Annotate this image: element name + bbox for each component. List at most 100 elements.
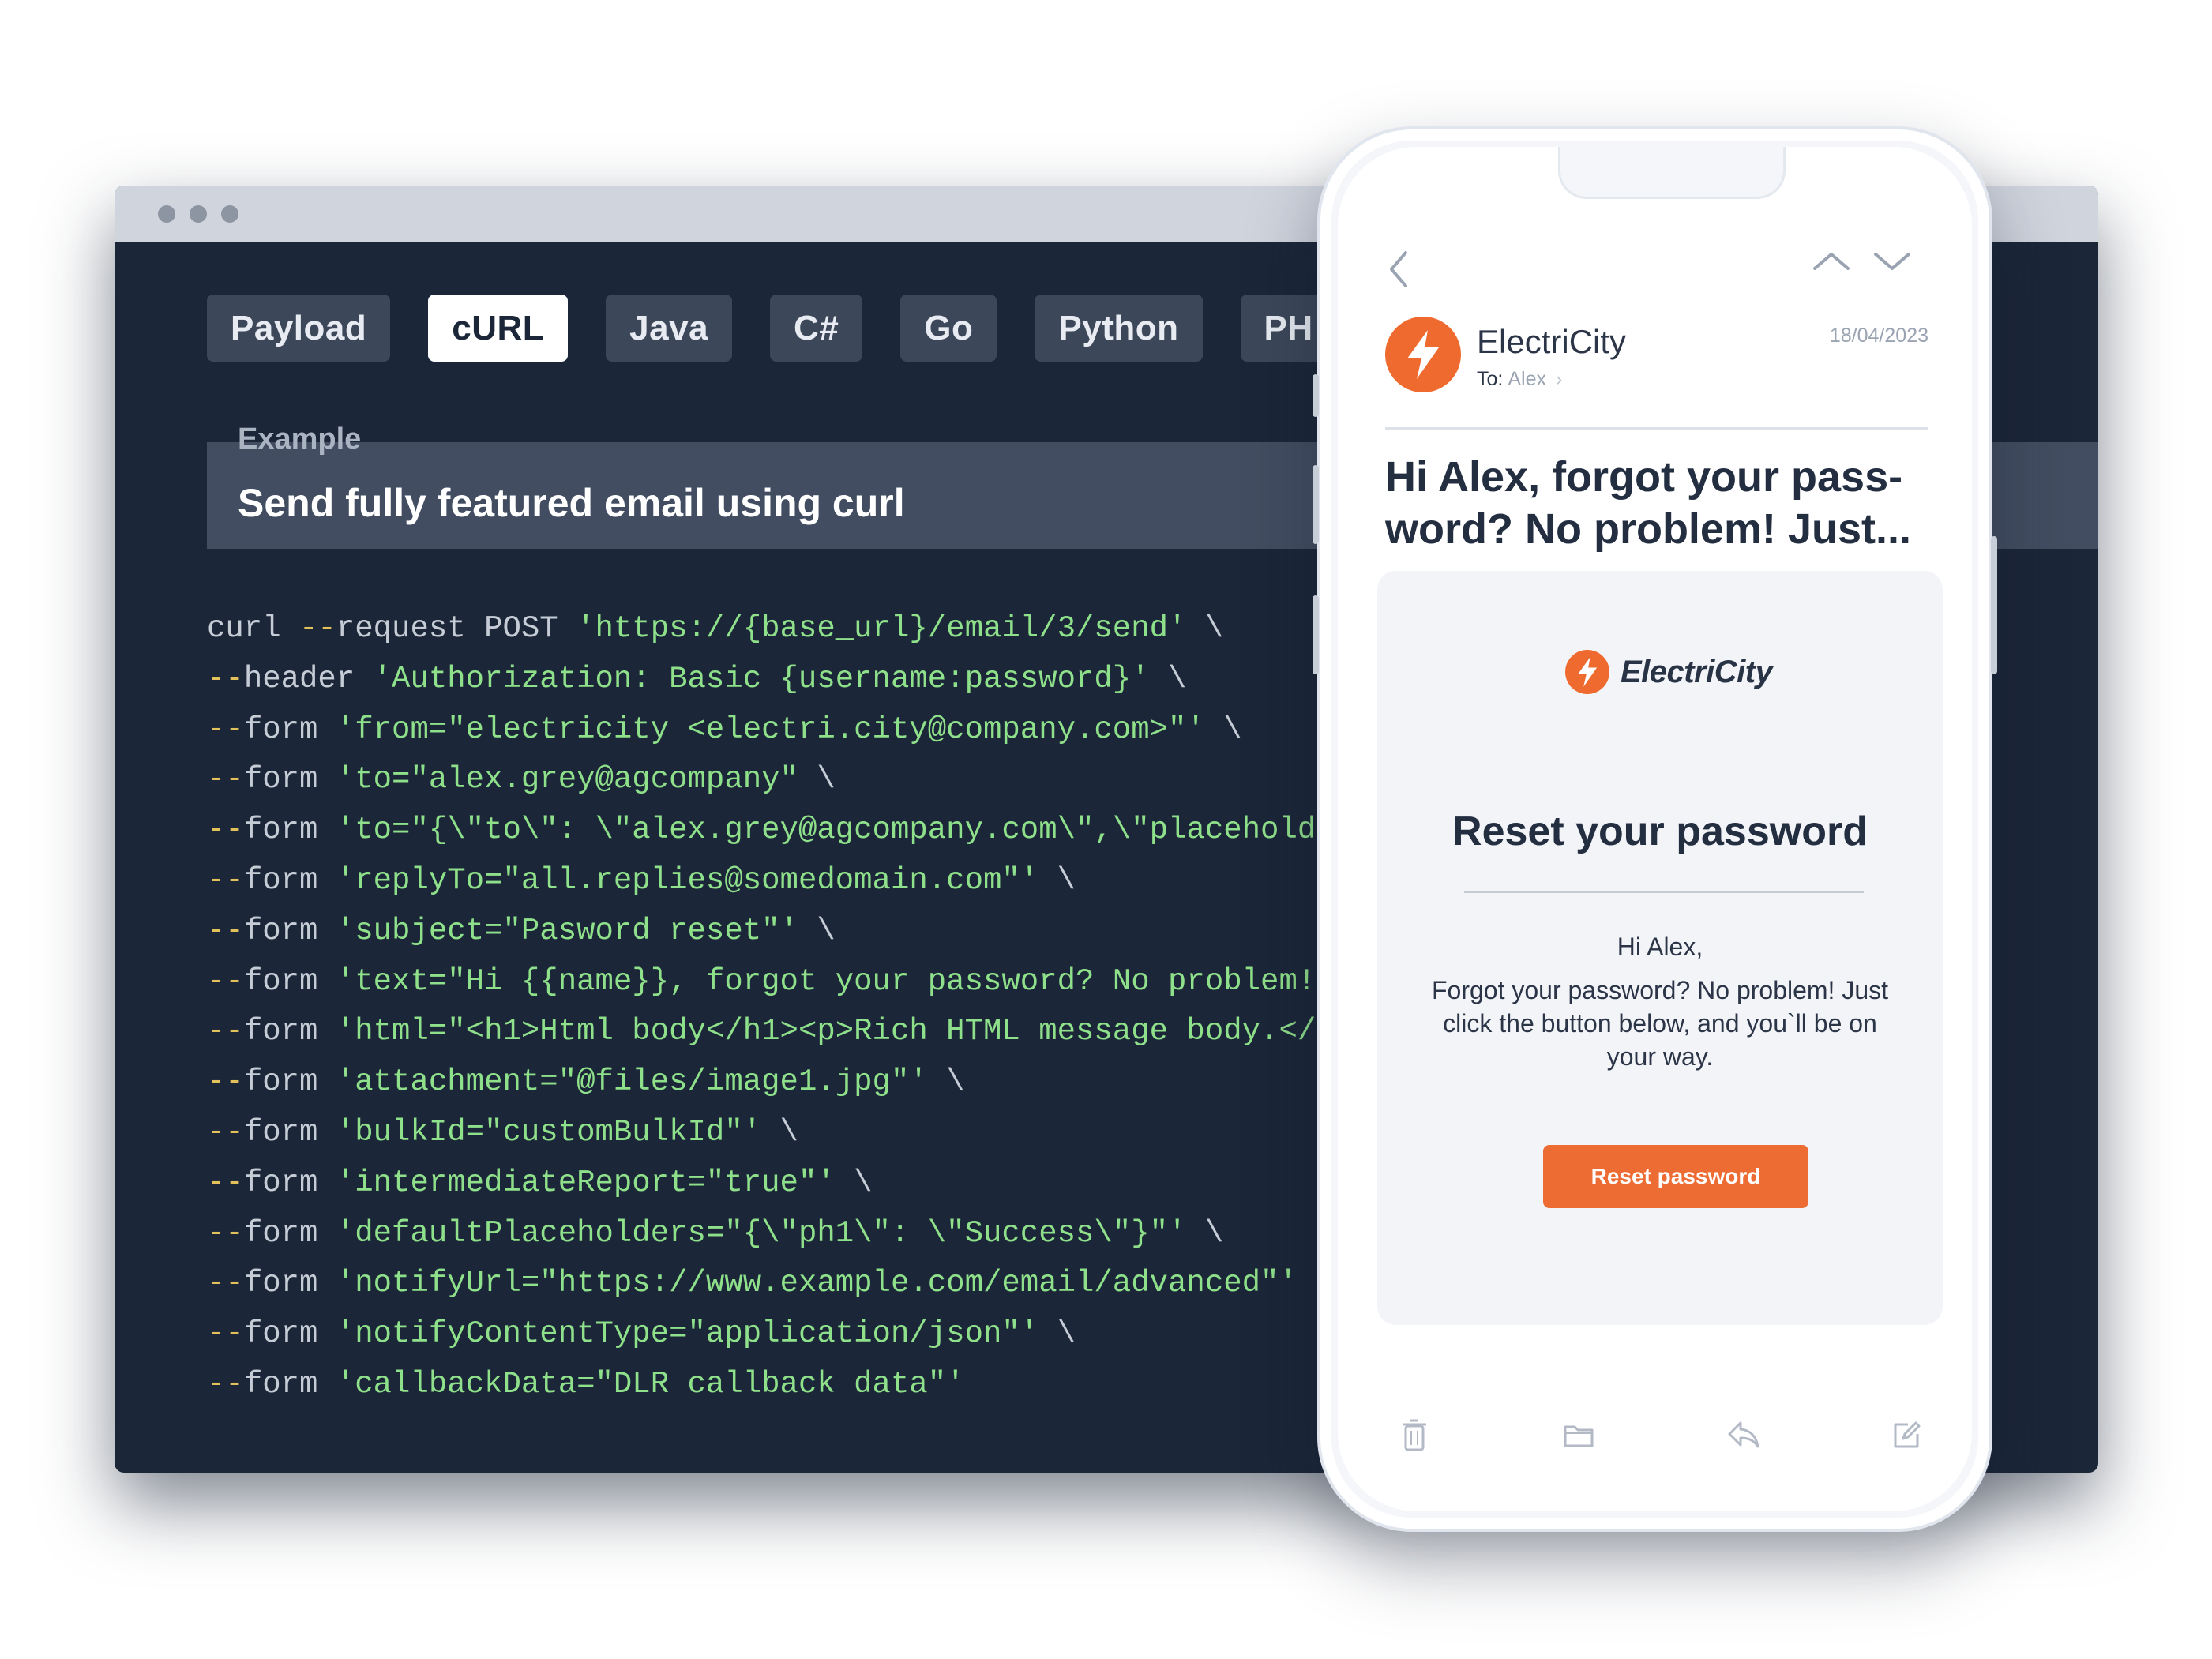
lightning-icon bbox=[1407, 330, 1439, 379]
code-line: --form 'to="alex.grey@agcompany" \ bbox=[207, 755, 1390, 805]
code-token: 'attachment="@files/image1.jpg"' bbox=[336, 1064, 928, 1100]
code-token: header bbox=[243, 661, 374, 696]
code-line: --form 'notifyContentType="application/j… bbox=[207, 1309, 1390, 1360]
code-line: curl --request POST 'https://{base_url}/… bbox=[207, 604, 1390, 655]
tab-python[interactable]: Python bbox=[1035, 295, 1203, 362]
code-token: form bbox=[243, 963, 336, 999]
code-line: --form 'text="Hi {{name}}, forgot your p… bbox=[207, 957, 1390, 1008]
phone-side-button bbox=[1313, 465, 1319, 544]
code-token: \ bbox=[1038, 862, 1076, 898]
lightning-icon bbox=[1565, 650, 1609, 694]
language-tabs: Payload cURL Java C# Go Python PH bbox=[207, 295, 1337, 362]
reset-password-button[interactable]: Reset password bbox=[1543, 1145, 1808, 1208]
tab-java[interactable]: Java bbox=[606, 295, 733, 362]
phone-notch bbox=[1558, 147, 1786, 199]
email-subject: Hi Alex, forgot your pass-word? No probl… bbox=[1385, 453, 1912, 553]
window-dot[interactable] bbox=[190, 205, 207, 223]
code-token: \ bbox=[1149, 661, 1187, 696]
code-token: \ bbox=[1204, 711, 1242, 747]
code-token: 'html="<h1>Html body</h1><p>Rich HTML me… bbox=[336, 1014, 1335, 1049]
chevron-right-icon: › bbox=[1556, 368, 1563, 390]
code-token: form bbox=[243, 1316, 336, 1352]
code-token: form bbox=[243, 1215, 336, 1251]
code-token: 'to="{\"to\": \"alex.grey@agcompany.com\… bbox=[336, 813, 1390, 848]
window-dot[interactable] bbox=[221, 205, 238, 223]
code-token: -- bbox=[299, 611, 336, 646]
example-title: Send fully featured email using curl bbox=[238, 480, 905, 525]
code-token: 'bulkId="customBulkId"' bbox=[336, 1114, 762, 1150]
code-token: -- bbox=[207, 913, 244, 948]
code-token: \ bbox=[927, 1064, 965, 1100]
recipient-name: Alex bbox=[1508, 368, 1546, 390]
code-token: form bbox=[243, 762, 336, 798]
code-line: --form 'from="electricity <electri.city@… bbox=[207, 705, 1390, 756]
window-dot[interactable] bbox=[158, 205, 175, 223]
code-token: \ bbox=[1186, 1215, 1224, 1251]
to-label: To: bbox=[1477, 368, 1504, 390]
code-token: 'notifyUrl="https://www.example.com/emai… bbox=[336, 1266, 1298, 1301]
phone-side-button bbox=[1313, 374, 1319, 417]
down-icon[interactable] bbox=[1872, 250, 1912, 277]
code-token: request POST bbox=[336, 611, 577, 646]
card-body-text: Forgot your password? No problem! Just c… bbox=[1431, 976, 1889, 1071]
code-token: 'replyTo="all.replies@somedomain.com"' bbox=[336, 862, 1039, 898]
code-token: 'Authorization: Basic {username:password… bbox=[373, 661, 1150, 696]
tab-payload[interactable]: Payload bbox=[207, 295, 391, 362]
code-token: form bbox=[243, 1266, 336, 1301]
code-token: \ bbox=[761, 1114, 798, 1150]
tab-csharp[interactable]: C# bbox=[770, 295, 863, 362]
code-token: -- bbox=[207, 813, 244, 848]
recipient-row[interactable]: To: Alex › bbox=[1477, 368, 1562, 391]
code-token: form bbox=[243, 1064, 336, 1100]
code-line: --header 'Authorization: Basic {username… bbox=[207, 655, 1390, 705]
tab-go[interactable]: Go bbox=[900, 295, 997, 362]
code-token: \ bbox=[835, 1165, 873, 1200]
trash-icon[interactable] bbox=[1401, 1418, 1428, 1457]
code-token: form bbox=[243, 813, 336, 848]
code-token: -- bbox=[207, 1114, 244, 1150]
code-token: 'defaultPlaceholders="{\"ph1\": \"Succes… bbox=[336, 1215, 1187, 1251]
folder-icon[interactable] bbox=[1563, 1422, 1594, 1453]
brand-name: ElectriCity bbox=[1621, 654, 1773, 689]
code-line: --form 'replyTo="all.replies@somedomain.… bbox=[207, 856, 1390, 906]
back-icon[interactable] bbox=[1387, 250, 1410, 293]
code-token: form bbox=[243, 711, 336, 747]
code-token: 'https://{base_url}/email/3/send' bbox=[576, 611, 1187, 646]
code-token: 'notifyContentType="application/json"' bbox=[336, 1316, 1039, 1352]
tab-curl[interactable]: cURL bbox=[428, 295, 569, 362]
code-token: -- bbox=[207, 963, 244, 999]
card-greeting: Hi Alex, bbox=[1617, 933, 1703, 961]
code-token: \ bbox=[1038, 1316, 1076, 1352]
code-token: -- bbox=[207, 1014, 244, 1049]
email-screen: ElectriCity To: Alex › 18/04/2023 Hi Alex,… bbox=[1338, 147, 1972, 1511]
sender-name: ElectriCity bbox=[1477, 323, 1627, 360]
code-line: --form 'notifyUrl="https://www.example.c… bbox=[207, 1259, 1390, 1309]
code-token: -- bbox=[207, 1064, 244, 1100]
code-token: 'text="Hi {{name}}, forgot your password… bbox=[336, 963, 1316, 999]
card-divider bbox=[1464, 891, 1864, 893]
header-divider bbox=[1385, 427, 1928, 430]
code-token: form bbox=[243, 1014, 336, 1049]
brand-logo: ElectriCity bbox=[1565, 650, 1773, 694]
code-token: curl bbox=[207, 611, 300, 646]
sender-avatar bbox=[1385, 317, 1461, 392]
email-body-card: ElectriCity Reset your password Hi Alex,… bbox=[1377, 571, 1943, 1325]
code-token: 'to="alex.grey@agcompany" bbox=[336, 762, 798, 798]
code-token: \ bbox=[1186, 611, 1224, 646]
code-line: --form 'callbackData="DLR callback data"… bbox=[207, 1360, 1390, 1410]
code-line: --form 'subject="Pasword reset"' \ bbox=[207, 906, 1390, 957]
reply-icon[interactable] bbox=[1726, 1420, 1761, 1454]
code-line: --form 'to="{\"to\": \"alex.grey@agcompa… bbox=[207, 805, 1390, 856]
code-block[interactable]: curl --request POST 'https://{base_url}/… bbox=[207, 604, 1390, 1410]
code-line: --form 'bulkId="customBulkId"' \ bbox=[207, 1108, 1390, 1158]
compose-icon[interactable] bbox=[1891, 1420, 1922, 1455]
code-token: -- bbox=[207, 1165, 244, 1200]
email-date: 18/04/2023 bbox=[1829, 325, 1928, 347]
code-token: \ bbox=[798, 762, 836, 798]
up-icon[interactable] bbox=[1812, 250, 1851, 277]
code-token: 'intermediateReport="true"' bbox=[336, 1165, 836, 1200]
code-line: --form 'intermediateReport="true"' \ bbox=[207, 1158, 1390, 1209]
code-token: -- bbox=[207, 1366, 244, 1402]
code-token: -- bbox=[207, 862, 244, 898]
code-token: 'callbackData="DLR callback data"' bbox=[336, 1366, 965, 1402]
